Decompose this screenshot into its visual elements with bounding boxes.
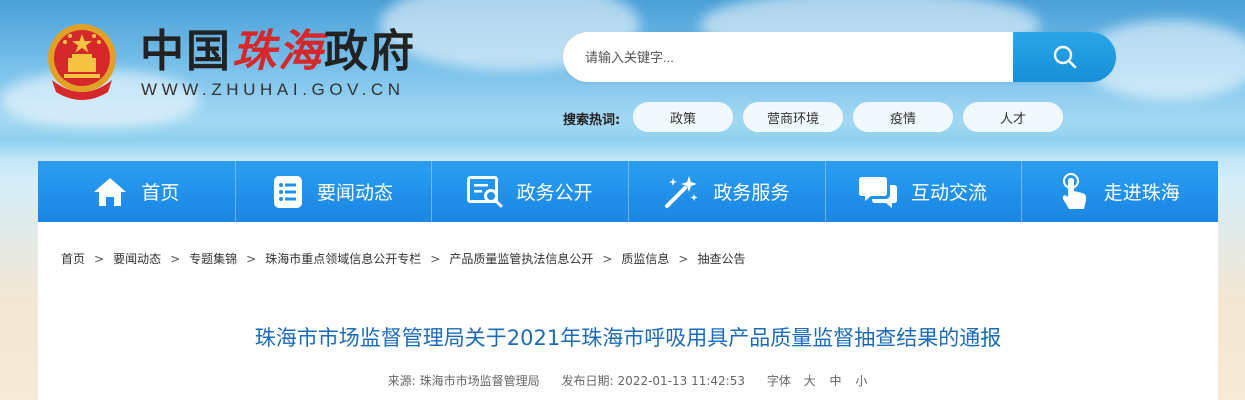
nav-item-label: 走进珠海 xyxy=(1103,182,1180,204)
search-button[interactable] xyxy=(1013,32,1116,82)
breadcrumb-link[interactable]: 抽查公告 xyxy=(697,250,745,267)
font-size-large-button[interactable]: 大 xyxy=(804,374,816,388)
breadcrumb-link[interactable]: 首页 xyxy=(61,250,85,267)
nav-item-home[interactable]: 首页 xyxy=(38,161,235,222)
document-search-icon xyxy=(466,175,503,207)
breadcrumb-separator: > xyxy=(94,251,105,266)
site-name[interactable]: 中国珠海政府 xyxy=(140,26,416,78)
breadcrumb-link[interactable]: 要闻动态 xyxy=(113,250,161,267)
search-input[interactable] xyxy=(563,32,1013,82)
breadcrumb-separator: > xyxy=(678,251,689,266)
nav-item-label: 要闻动态 xyxy=(317,182,394,204)
breadcrumb: 首页 > 要闻动态 > 专题集锦 > 珠海市重点领域信息公开专栏 > 产品质量监… xyxy=(61,250,745,267)
nav-item-services[interactable]: 政务服务 xyxy=(628,161,825,222)
breadcrumb-separator: > xyxy=(170,251,181,266)
nav-item-label: 互动交流 xyxy=(911,182,988,204)
hot-word-tag[interactable]: 政策 xyxy=(633,102,733,132)
nav-item-label: 政务公开 xyxy=(516,182,593,204)
breadcrumb-separator: > xyxy=(246,251,257,266)
breadcrumb-link[interactable]: 专题集锦 xyxy=(189,250,237,267)
breadcrumb-separator: > xyxy=(602,251,613,266)
magic-wand-icon xyxy=(665,175,698,208)
article-title: 珠海市市场监督管理局关于2021年珠海市呼吸用具产品质量监督抽查结果的通报 xyxy=(254,326,1002,350)
nav-item-interaction[interactable]: 互动交流 xyxy=(824,161,1022,222)
date-label: 发布日期: xyxy=(561,374,614,388)
hot-word-tag[interactable]: 人才 xyxy=(963,102,1063,132)
tap-hand-icon xyxy=(1062,172,1086,209)
content-panel: 首页 > 要闻动态 > 专题集锦 > 珠海市重点领域信息公开专栏 > 产品质量监… xyxy=(38,222,1218,400)
source-label: 来源: xyxy=(387,374,416,388)
chat-bubbles-icon xyxy=(859,176,898,208)
hot-word-tag[interactable]: 营商环境 xyxy=(743,102,843,132)
font-size-small-button[interactable]: 小 xyxy=(855,374,867,388)
search-icon xyxy=(1053,45,1076,69)
nav-item-news[interactable]: 要闻动态 xyxy=(234,161,432,222)
news-list-icon xyxy=(274,175,302,208)
main-nav: 首页 要闻动态 政务公开 政务服务 互动交流 走进珠海 xyxy=(38,161,1218,222)
national-emblem-icon xyxy=(48,24,116,100)
breadcrumb-separator: > xyxy=(430,251,441,266)
search-box xyxy=(563,32,1116,82)
site-name-accent: 珠海 xyxy=(232,26,324,77)
breadcrumb-link[interactable]: 质监信息 xyxy=(621,250,669,267)
breadcrumb-link[interactable]: 产品质量监管执法信息公开 xyxy=(449,250,593,267)
font-size-label: 字体 xyxy=(766,374,791,388)
site-url: WWW.ZHUHAI.GOV.CN xyxy=(141,80,405,99)
site-name-prefix: 中国 xyxy=(140,26,232,77)
breadcrumb-link[interactable]: 珠海市重点领域信息公开专栏 xyxy=(265,250,421,267)
article-meta: 来源: 珠海市市场监督管理局 发布日期: 2022-01-13 11:42:53 字… xyxy=(38,372,1218,389)
nav-item-affairs[interactable]: 政务公开 xyxy=(431,161,628,222)
nav-item-label: 首页 xyxy=(141,182,180,204)
hot-words-label: 搜索热词: xyxy=(563,113,621,128)
date-value: 2022-01-13 11:42:53 xyxy=(617,374,745,388)
hot-word-tag[interactable]: 疫情 xyxy=(853,102,953,132)
site-name-suffix: 政府 xyxy=(324,26,416,77)
nav-item-label: 政务服务 xyxy=(713,182,790,204)
nav-item-about-zhuhai[interactable]: 走进珠海 xyxy=(1021,161,1218,222)
source-value: 珠海市市场监督管理局 xyxy=(419,374,540,388)
font-size-medium-button[interactable]: 中 xyxy=(830,374,842,388)
home-icon xyxy=(94,177,127,206)
